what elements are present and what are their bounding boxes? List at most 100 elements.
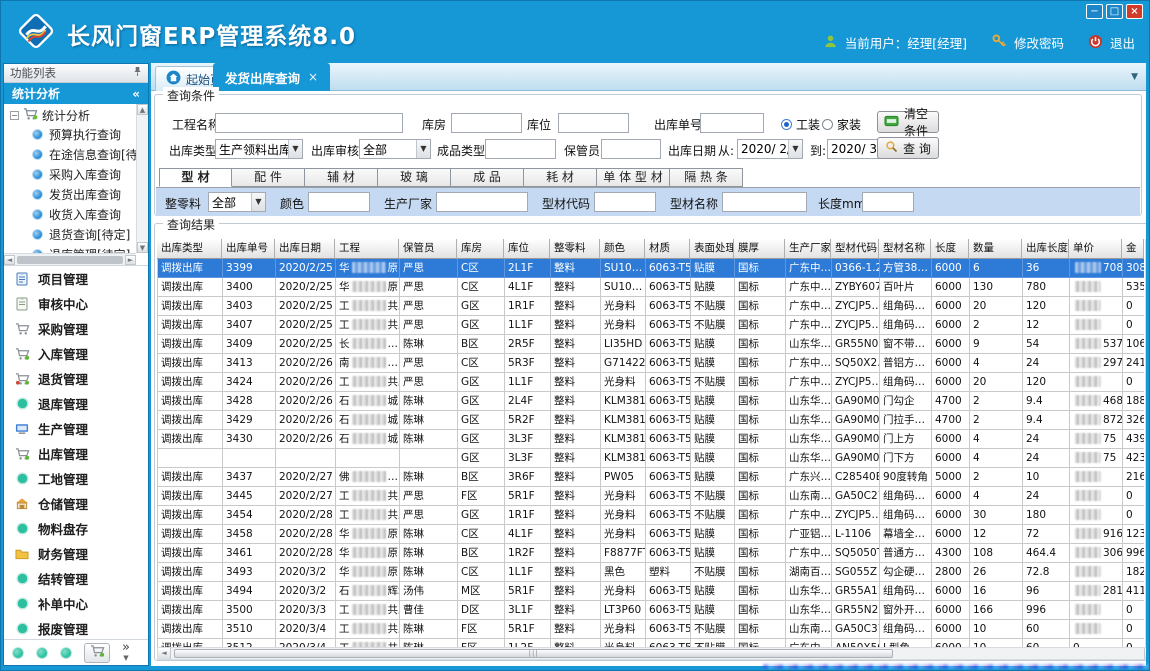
tab-shipment-outbound-query[interactable]: 发货出库查询 × <box>213 63 330 91</box>
tree-root[interactable]: − 统计分析 <box>4 104 148 124</box>
column-header[interactable]: 出库单号 <box>222 239 275 259</box>
minimize-button[interactable]: − <box>1086 4 1103 19</box>
sidebar-item[interactable]: 补单中心 <box>4 591 148 616</box>
table-row[interactable]: 调拨出库34132020/2/26南…严思C区5R3F整料G714226063-… <box>158 354 1144 373</box>
tree-item[interactable]: 在途信息查询[待 <box>4 144 148 164</box>
audit-select[interactable]: 全部▼ <box>359 139 431 159</box>
manufacturer-input[interactable] <box>436 192 528 212</box>
column-header[interactable]: 出库日期 <box>275 239 335 259</box>
column-header[interactable]: 材质 <box>645 239 690 259</box>
sidebar-item[interactable]: 退库管理 <box>4 391 148 416</box>
table-row[interactable]: 调拨出库34542020/2/28工共工程严思G区1R1F整料光身料6063-T… <box>158 506 1144 525</box>
length-input[interactable] <box>862 192 914 212</box>
scroll-left-icon[interactable]: ◄ <box>158 648 171 659</box>
material-tab[interactable]: 玻 璃 <box>378 168 451 187</box>
profile-name-input[interactable] <box>722 192 807 212</box>
footer-dot-icon[interactable] <box>12 647 24 659</box>
tree-expander-icon[interactable]: − <box>10 111 19 120</box>
material-tab[interactable]: 配 件 <box>232 168 305 187</box>
sidebar-item[interactable]: 退货管理 <box>4 366 148 391</box>
table-row[interactable]: G区3L3F整料KLM38176063-T5贴膜国标山东华…GA90M09.门下… <box>158 449 1144 468</box>
sidebar-item[interactable]: 审核中心 <box>4 291 148 316</box>
table-row[interactable]: 调拨出库35102020/3/4工共工程陈琳F区5R1F整料光身料6063-T5… <box>158 620 1144 639</box>
footer-dot-icon[interactable] <box>60 647 72 659</box>
column-header[interactable]: 整零料 <box>550 239 600 259</box>
tree-item[interactable]: 采购入库查询 <box>4 164 148 184</box>
table-row[interactable]: 调拨出库34942020/3/2石辉城汤伟M区5R1F整料光身料6063-T5贴… <box>158 582 1144 601</box>
footer-more-button[interactable]: »▼ <box>122 643 130 663</box>
table-row[interactable]: 调拨出库34092020/2/25长…陈琳B区2R5F整料LI35HD6063-… <box>158 335 1144 354</box>
table-row[interactable]: 调拨出库35122020/3/4工共工程陈琳F区1L2F整料光身料6063-T5… <box>158 639 1144 647</box>
maximize-button[interactable]: □ <box>1106 4 1123 19</box>
table-row[interactable]: 调拨出库34242020/2/26工共工程严思G区1L1F整料光身料6063-T… <box>158 373 1144 392</box>
column-header[interactable]: 保管员 <box>399 239 457 259</box>
tree-item[interactable]: 收货入库查询 <box>4 204 148 224</box>
material-tab[interactable]: 耗 材 <box>524 168 597 187</box>
sidebar-item[interactable]: 入库管理 <box>4 341 148 366</box>
column-header[interactable]: 库房 <box>457 239 504 259</box>
whole-part-select[interactable]: 全部▼ <box>208 192 266 212</box>
tab-close-icon[interactable]: × <box>308 70 318 84</box>
table-row[interactable]: 调拨出库34072020/2/25工共工程严思G区1L1F整料光身料6063-T… <box>158 316 1144 335</box>
profile-code-input[interactable] <box>594 192 656 212</box>
table-row[interactable]: 调拨出库34372020/2/27佛…陈琳B区3R6F整料PW056063-T5… <box>158 468 1144 487</box>
column-header[interactable]: 表面处理 <box>690 239 734 259</box>
radio-gongzhuang[interactable]: 工装 <box>781 116 820 133</box>
tab-list-caret-icon[interactable]: ▼ <box>1131 72 1138 82</box>
change-password-link[interactable]: 修改密码 <box>1014 33 1064 52</box>
table-row[interactable]: 调拨出库34292020/2/26石城陈琳G区5R2F整料KLM38176063… <box>158 411 1144 430</box>
scroll-up-icon[interactable]: ▲ <box>137 104 148 115</box>
material-tab[interactable]: 单 体 型 材 <box>597 168 670 187</box>
scroll-right-icon[interactable]: ► <box>125 255 136 265</box>
table-row[interactable]: 调拨出库35002020/3/3工共工程曹佳D区3L1F整料LT3P606063… <box>158 601 1144 620</box>
tree-horizontal-scrollbar[interactable]: ◄ ► <box>4 253 136 265</box>
order-no-input[interactable] <box>700 113 764 133</box>
column-header[interactable]: 库位 <box>504 239 550 259</box>
close-button[interactable]: × <box>1126 4 1143 19</box>
color-input[interactable] <box>308 192 370 212</box>
scrollbar-thumb[interactable] <box>17 256 123 264</box>
table-row[interactable]: 调拨出库34282020/2/26石城陈琳G区2L4F整料KLM38176063… <box>158 392 1144 411</box>
product-type-input[interactable] <box>485 139 556 159</box>
grid-horizontal-scrollbar[interactable]: ◄ ||| ► <box>157 647 1146 660</box>
sidebar-item[interactable]: 仓储管理 <box>4 491 148 516</box>
table-row[interactable]: 调拨出库34932020/3/2华原…陈琳C区1L1F整料黑色塑料不贴膜国标湖南… <box>158 563 1144 582</box>
table-row[interactable]: 调拨出库34002020/2/25华原…严思C区4L1F整料SU10…6063-… <box>158 278 1144 297</box>
column-header[interactable]: 数量 <box>969 239 1022 259</box>
radio-jiazhuang[interactable]: 家装 <box>822 116 861 133</box>
tree-item[interactable]: 退货查询[待定] <box>4 224 148 244</box>
radio-icon[interactable] <box>781 119 792 130</box>
footer-cart-button[interactable] <box>84 643 110 663</box>
sidebar-item[interactable]: 出库管理 <box>4 441 148 466</box>
column-header[interactable]: 膜厚 <box>734 239 785 259</box>
sidebar-item[interactable]: 工地管理 <box>4 466 148 491</box>
collapse-icon[interactable]: « <box>132 87 140 101</box>
sidebar-item[interactable]: 生产管理 <box>4 416 148 441</box>
column-header[interactable]: 金 <box>1122 239 1144 259</box>
out-type-select[interactable]: 生产领料出库▼ <box>215 139 303 159</box>
column-header[interactable]: 型材代码 <box>831 239 879 259</box>
pin-icon[interactable] <box>133 66 142 80</box>
grid-vertical-scrollbar[interactable]: ▲ ▼ <box>1145 239 1146 647</box>
table-row[interactable]: 调拨出库34582020/2/28华原…陈琳C区4L1F整料光身料6063-T5… <box>158 525 1144 544</box>
scroll-right-icon[interactable]: ► <box>1144 648 1146 659</box>
date-from-select[interactable]: 2020/ 2/16▼ <box>737 139 803 159</box>
table-row[interactable]: 调拨出库34452020/2/27工共工程严思F区5R1F整料光身料6063-T… <box>158 487 1144 506</box>
search-button[interactable]: 查 询 <box>877 137 939 159</box>
material-tab[interactable]: 成 品 <box>451 168 524 187</box>
sidebar-section-statistics[interactable]: 统计分析 « <box>4 83 148 104</box>
material-tab[interactable]: 型 材 <box>159 168 232 187</box>
sidebar-item[interactable]: 财务管理 <box>4 541 148 566</box>
column-header[interactable]: 出库类型 <box>157 239 222 259</box>
scroll-down-icon[interactable]: ▼ <box>137 242 148 253</box>
warehouse-input[interactable] <box>451 113 522 133</box>
column-header[interactable]: 型材名称 <box>879 239 931 259</box>
table-row[interactable]: 调拨出库33992020/2/25华原…严思C区2L1F整料SU10…6063-… <box>158 259 1144 278</box>
radio-icon[interactable] <box>822 119 833 130</box>
sidebar-item[interactable]: 采购管理 <box>4 316 148 341</box>
tree-vertical-scrollbar[interactable]: ▲ ▼ <box>136 104 148 253</box>
scroll-left-icon[interactable]: ◄ <box>4 255 15 265</box>
sidebar-item[interactable]: 物料盘存 <box>4 516 148 541</box>
column-header[interactable]: 生产厂家 <box>785 239 831 259</box>
sidebar-item[interactable]: 结转管理 <box>4 566 148 591</box>
